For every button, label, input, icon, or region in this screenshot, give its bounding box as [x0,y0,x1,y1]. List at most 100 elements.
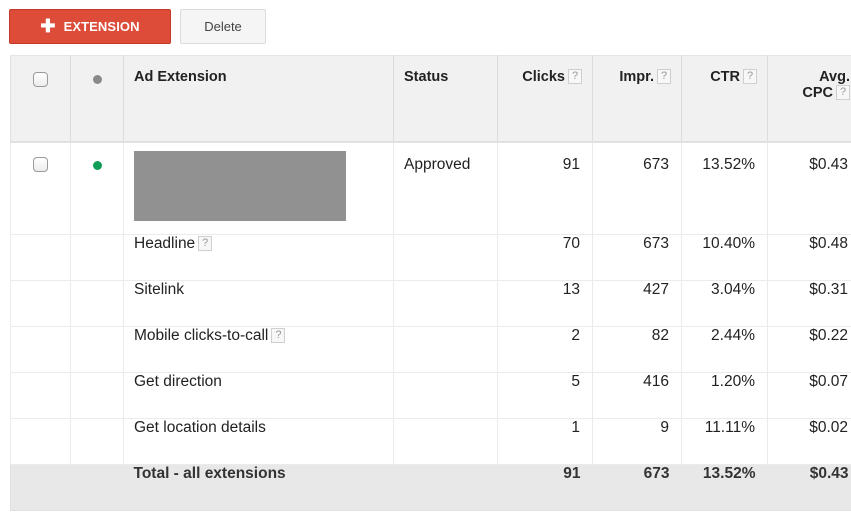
table-row: Sitelink 13 427 3.04% $0.31 [10,280,851,327]
avg-cpc-cell: $0.48 [767,234,851,281]
impr-cell: 9 [592,418,682,465]
header-select-all-cell [10,55,71,143]
column-label-status: Status [404,69,449,85]
extension-type-cell: Get location details [123,418,394,465]
ctr-cell: 2.44% [681,326,768,373]
clicks-cell: 1 [497,418,593,465]
column-header-status[interactable]: Status [393,55,498,143]
extension-type-cell: Sitelink [123,280,394,327]
impr-cell: 673 [592,234,682,281]
help-icon[interactable]: ? [836,85,850,100]
help-icon[interactable]: ? [657,69,671,84]
header-status-dot-cell [70,55,124,143]
empty-cell [10,234,71,281]
clicks-cell: 2 [497,326,593,373]
empty-cell [70,372,124,419]
column-label-impr: Impr. [619,69,654,85]
empty-cell [10,326,71,373]
extension-type-label: Get direction [134,373,222,390]
table-row: Get location details 1 9 11.11% $0.02 [10,418,851,465]
table-header-row: Ad Extension Status Clicks? Impr.? CTR? … [10,55,851,143]
select-all-checkbox[interactable] [33,72,48,87]
ctr-cell: 3.04% [681,280,768,327]
extension-type-cell: Get direction [123,372,394,419]
column-label-ad-extension: Ad Extension [134,69,227,85]
total-ctr: 13.52% [681,464,768,511]
column-label-ctr: CTR [710,69,740,85]
enabled-status-dot-icon [92,160,102,170]
extension-type-label: Sitelink [134,281,184,298]
avg-cpc-cell: $0.31 [767,280,851,327]
empty-cell [70,418,124,465]
empty-cell [70,280,124,327]
empty-cell [10,280,71,327]
add-extension-button[interactable]: ✚ EXTENSION [9,9,171,44]
clicks-cell: 91 [497,141,593,235]
avg-cpc-cell: $0.02 [767,418,851,465]
help-icon[interactable]: ? [743,69,757,84]
row-status-dot-cell [70,141,124,235]
row-select-cell [10,141,71,235]
extension-type-cell: Headline? [123,234,394,281]
column-header-ctr[interactable]: CTR? [681,55,768,143]
column-header-avg-cpc[interactable]: Avg. CPC? [767,55,851,143]
help-icon[interactable]: ? [198,236,213,251]
extension-type-cell: Mobile clicks-to-call? [123,326,394,373]
table-row: Headline? 70 673 10.40% $0.48 [10,234,851,281]
add-extension-label: EXTENSION [63,19,140,34]
total-impr: 673 [592,464,682,511]
table-row: Mobile clicks-to-call? 2 82 2.44% $0.22 [10,326,851,373]
extension-type-label: Headline [134,235,196,252]
empty-cell [393,464,498,511]
impr-cell: 82 [592,326,682,373]
ctr-cell: 11.11% [681,418,768,465]
impr-cell: 416 [592,372,682,419]
ctr-cell: 13.52% [681,141,768,235]
ad-extensions-table: Ad Extension Status Clicks? Impr.? CTR? … [10,55,851,511]
help-icon[interactable]: ? [271,328,286,343]
empty-cell [70,464,124,511]
status-cell [393,280,498,327]
ctr-cell: 10.40% [681,234,768,281]
empty-cell [70,326,124,373]
table-row: Get direction 5 416 1.20% $0.07 [10,372,851,419]
extension-type-label: Mobile clicks-to-call [134,327,269,344]
empty-cell [10,464,71,511]
total-avg-cpc: $0.43 [767,464,851,511]
help-icon[interactable]: ? [568,69,582,84]
status-cell [393,234,498,281]
row-checkbox[interactable] [33,156,48,172]
status-cell [393,326,498,373]
column-header-impr[interactable]: Impr.? [592,55,682,143]
total-label: Total - all extensions [123,464,394,511]
redacted-extension-preview [134,150,346,221]
status-cell [393,372,498,419]
avg-cpc-cell: $0.22 [767,326,851,373]
toolbar: ✚ EXTENSION Delete [9,9,266,44]
clicks-cell: 13 [497,280,593,327]
impr-cell: 427 [592,280,682,327]
clicks-cell: 5 [497,372,593,419]
column-header-ad-extension[interactable]: Ad Extension [123,55,394,143]
ctr-cell: 1.20% [681,372,768,419]
status-cell [393,418,498,465]
avg-cpc-cell: $0.07 [767,372,851,419]
column-label-clicks: Clicks [522,69,565,85]
status-cell: Approved [393,141,498,235]
empty-cell [10,372,71,419]
total-row: Total - all extensions 91 673 13.52% $0.43 [10,464,851,511]
total-clicks: 91 [497,464,593,511]
delete-button[interactable]: Delete [180,9,266,44]
empty-cell [10,418,71,465]
extension-type-label: Get location details [134,419,266,436]
clicks-cell: 70 [497,234,593,281]
avg-cpc-cell: $0.43 [767,141,851,235]
column-header-clicks[interactable]: Clicks? [497,55,593,143]
plus-icon: ✚ [40,15,56,36]
table-row-main-extension: Approved 91 673 13.52% $0.43 [10,141,851,235]
empty-cell [70,234,124,281]
status-dot-icon [92,75,102,84]
column-label-avg: Avg. [819,69,850,85]
ad-extension-cell [123,141,394,235]
impr-cell: 673 [592,141,682,235]
